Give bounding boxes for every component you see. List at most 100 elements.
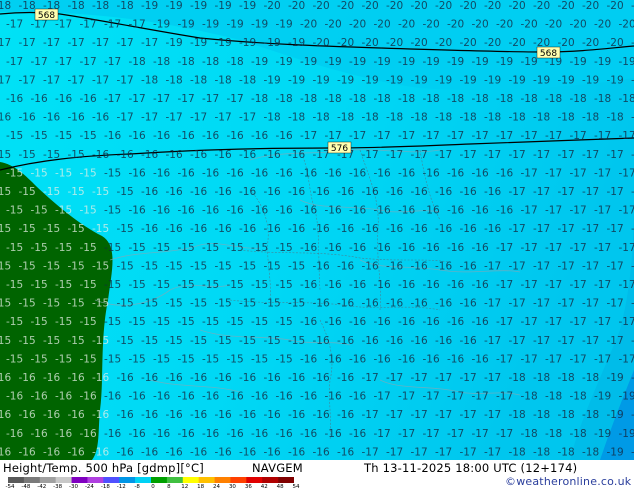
isotherm-value-label: -17 (435, 372, 452, 384)
isotherm-value-label: -16 (166, 149, 183, 161)
isotherm-value-label: -19 (411, 74, 428, 86)
isotherm-value-label: -16 (129, 205, 146, 217)
map-footer: Height/Temp. 500 hPa [gdmp][°C] NAVGEM T… (0, 460, 634, 490)
isotherm-value-label: -17 (19, 37, 36, 49)
site-credit[interactable]: ©weatheronline.co.uk (505, 475, 631, 488)
isotherm-value-label: -15 (153, 279, 170, 291)
isotherm-value-label: -15 (117, 335, 134, 347)
isotherm-value-label: -17 (545, 279, 562, 291)
isotherm-value-label: -17 (509, 223, 526, 235)
isotherm-value-label: -17 (386, 149, 403, 161)
isotherm-value-label: -19 (166, 0, 183, 12)
isotherm-value-label: -17 (398, 428, 415, 440)
legend-swatch (167, 477, 183, 483)
isotherm-value-label: -19 (153, 19, 170, 31)
isotherm-value-label: -16 (362, 186, 379, 198)
isotherm-value-label: -17 (558, 260, 575, 272)
isotherm-value-label: -17 (460, 446, 477, 458)
isotherm-value-label: -17 (398, 391, 415, 403)
isotherm-value-label: -18 (423, 93, 440, 105)
height-label-576: 576 (328, 142, 351, 154)
isotherm-value-label: -18 (582, 372, 599, 384)
isotherm-value-label: -17 (582, 223, 599, 235)
isotherm-value-label: -19 (386, 74, 403, 86)
isotherm-value-label: -18 (374, 93, 391, 105)
isotherm-value-label: -20 (509, 0, 526, 12)
isotherm-value-label: -17 (215, 112, 232, 124)
isotherm-value-label: -15 (141, 335, 158, 347)
isotherm-value-label: -17 (460, 409, 477, 421)
isotherm-value-label: -17 (362, 372, 379, 384)
isotherm-value-label: -16 (276, 167, 293, 179)
isotherm-value-label: -17 (190, 112, 207, 124)
isotherm-value-label: -16 (43, 372, 60, 384)
isotherm-value-label: -16 (227, 428, 244, 440)
isotherm-value-label: -18 (558, 372, 575, 384)
isotherm-value-label: -16 (166, 409, 183, 421)
isotherm-value-label: -17 (117, 74, 134, 86)
isotherm-value-label: -15 (0, 260, 11, 272)
isotherm-value-label: -16 (6, 391, 23, 403)
isotherm-value-label: -16 (349, 167, 366, 179)
isotherm-value-label: -17 (411, 446, 428, 458)
isotherm-value-label: -18 (570, 391, 587, 403)
legend-tick-label: -8 (134, 484, 139, 490)
isotherm-value-label: -15 (80, 353, 97, 365)
isotherm-value-label: -16 (423, 167, 440, 179)
isotherm-value-label: -16 (496, 205, 513, 217)
isotherm-value-label: -19 (288, 74, 305, 86)
isotherm-value-label: -18 (460, 112, 477, 124)
isotherm-value-label: -15 (80, 130, 97, 142)
map-canvas: -18-18-18-18-18-18-19-19-19-19-19-20-20-… (0, 0, 634, 460)
isotherm-value-label: -19 (496, 56, 513, 68)
isotherm-value-label: -16 (129, 167, 146, 179)
isotherm-value-label: -18 (533, 112, 550, 124)
isotherm-value-label: -18 (570, 93, 587, 105)
isotherm-value-label: -20 (484, 0, 501, 12)
isotherm-value-label: -15 (55, 167, 72, 179)
isotherm-value-label: -20 (582, 37, 599, 49)
isotherm-value-label: -20 (594, 19, 611, 31)
isotherm-value-label: -17 (607, 298, 624, 310)
isotherm-value-label: -16 (276, 428, 293, 440)
isotherm-value-label: -15 (129, 279, 146, 291)
isotherm-value-label: -16 (153, 205, 170, 217)
isotherm-value-label: -16 (276, 130, 293, 142)
isotherm-value-label: -17 (6, 19, 23, 31)
isotherm-value-label: -17 (570, 167, 587, 179)
legend-swatch (135, 477, 151, 483)
isotherm-value-label: -16 (472, 205, 489, 217)
isotherm-value-label: -17 (619, 353, 634, 365)
isotherm-value-label: -16 (178, 428, 195, 440)
isotherm-value-label: -16 (411, 186, 428, 198)
isotherm-value-label: -18 (141, 74, 158, 86)
isotherm-value-label: -16 (300, 353, 317, 365)
isotherm-value-label: -17 (594, 205, 611, 217)
isotherm-value-label: -15 (6, 353, 23, 365)
isotherm-value-label: -17 (521, 167, 538, 179)
isotherm-value-label: -16 (117, 372, 134, 384)
isotherm-value-label: -20 (264, 0, 281, 12)
isotherm-value-label: -16 (447, 167, 464, 179)
isotherm-value-label: -15 (202, 353, 219, 365)
isotherm-value-label: -16 (411, 223, 428, 235)
legend-tick-label: -54 (6, 484, 15, 490)
isotherm-value-label: -15 (6, 130, 23, 142)
height-label-568-west: 568 (35, 9, 58, 21)
isotherm-value-label: -15 (43, 186, 60, 198)
isotherm-value-label: -16 (166, 186, 183, 198)
isotherm-value-label: -18 (521, 428, 538, 440)
isotherm-value-label: -16 (153, 130, 170, 142)
isotherm-value-label: -15 (178, 279, 195, 291)
isotherm-value-label: -16 (6, 428, 23, 440)
isotherm-value-label: -20 (386, 37, 403, 49)
isotherm-value-label: -17 (300, 130, 317, 142)
isotherm-value-label: -19 (594, 56, 611, 68)
isotherm-value-label: -15 (202, 279, 219, 291)
isotherm-value-label: -15 (92, 223, 109, 235)
isotherm-value-label: -16 (362, 223, 379, 235)
isotherm-value-label: -16 (239, 186, 256, 198)
isotherm-value-label: -15 (166, 298, 183, 310)
isotherm-value-label: -20 (362, 0, 379, 12)
isotherm-value-label: -15 (6, 205, 23, 217)
